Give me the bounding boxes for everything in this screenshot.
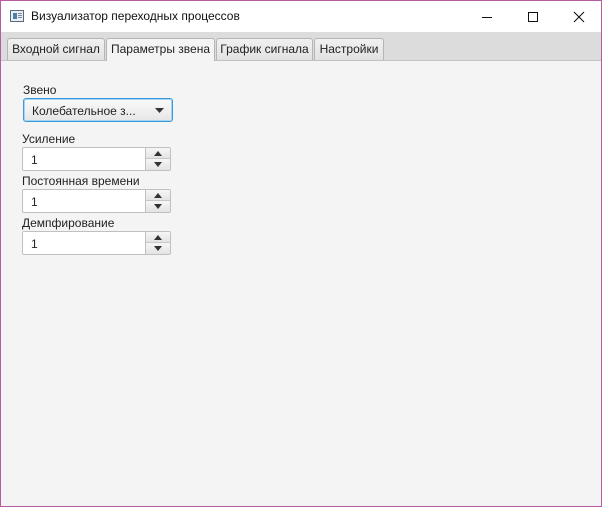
tab-input-signal[interactable]: Входной сигнал — [7, 38, 105, 60]
tab-settings[interactable]: Настройки — [314, 38, 384, 60]
tab-link-parameters[interactable]: Параметры звена — [106, 38, 215, 61]
gain-value: 1 — [31, 153, 38, 167]
link-type-combobox[interactable]: Колебательное з... — [23, 98, 173, 122]
time-constant-spin-buttons — [145, 190, 170, 212]
time-constant-value: 1 — [31, 195, 38, 209]
damping-spinner[interactable]: 1 — [22, 231, 171, 255]
damping-increment-button[interactable] — [146, 232, 170, 243]
arrow-up-icon — [154, 234, 162, 240]
minimize-button[interactable] — [464, 1, 510, 32]
close-button[interactable] — [556, 1, 601, 32]
time-constant-spinner[interactable]: 1 — [22, 189, 171, 213]
maximize-icon — [528, 11, 538, 22]
time-constant-label: Постоянная времени — [22, 174, 140, 188]
gain-decrement-button[interactable] — [146, 159, 170, 170]
damping-value: 1 — [31, 237, 38, 251]
gain-spin-buttons — [145, 148, 170, 170]
window-title: Визуализатор переходных процессов — [31, 9, 240, 23]
damping-label: Демпфирование — [22, 216, 115, 230]
gain-label: Усиление — [22, 132, 76, 146]
arrow-down-icon — [154, 204, 162, 209]
time-constant-decrement-button[interactable] — [146, 201, 170, 212]
damping-decrement-button[interactable] — [146, 243, 170, 254]
chevron-down-icon — [155, 108, 164, 113]
app-icon — [10, 10, 24, 22]
title-bar[interactable]: Визуализатор переходных процессов — [1, 1, 601, 32]
tab-signal-graph[interactable]: График сигнала — [216, 38, 313, 60]
arrow-up-icon — [154, 150, 162, 156]
tab-content-panel: Звено Колебательное з... Усиление 1 Пост… — [1, 61, 601, 506]
arrow-up-icon — [154, 192, 162, 198]
close-icon — [573, 11, 585, 22]
damping-spin-buttons — [145, 232, 170, 254]
gain-spinner[interactable]: 1 — [22, 147, 171, 171]
minimize-icon — [482, 16, 492, 18]
arrow-down-icon — [154, 246, 162, 251]
link-type-value: Колебательное з... — [32, 104, 136, 118]
maximize-button[interactable] — [510, 1, 556, 32]
tab-bar: Входной сигнал Параметры звена График си… — [1, 32, 601, 61]
app-window: Визуализатор переходных процессов Входно… — [0, 0, 602, 507]
time-constant-increment-button[interactable] — [146, 190, 170, 201]
arrow-down-icon — [154, 162, 162, 167]
gain-increment-button[interactable] — [146, 148, 170, 159]
link-label: Звено — [23, 83, 57, 97]
